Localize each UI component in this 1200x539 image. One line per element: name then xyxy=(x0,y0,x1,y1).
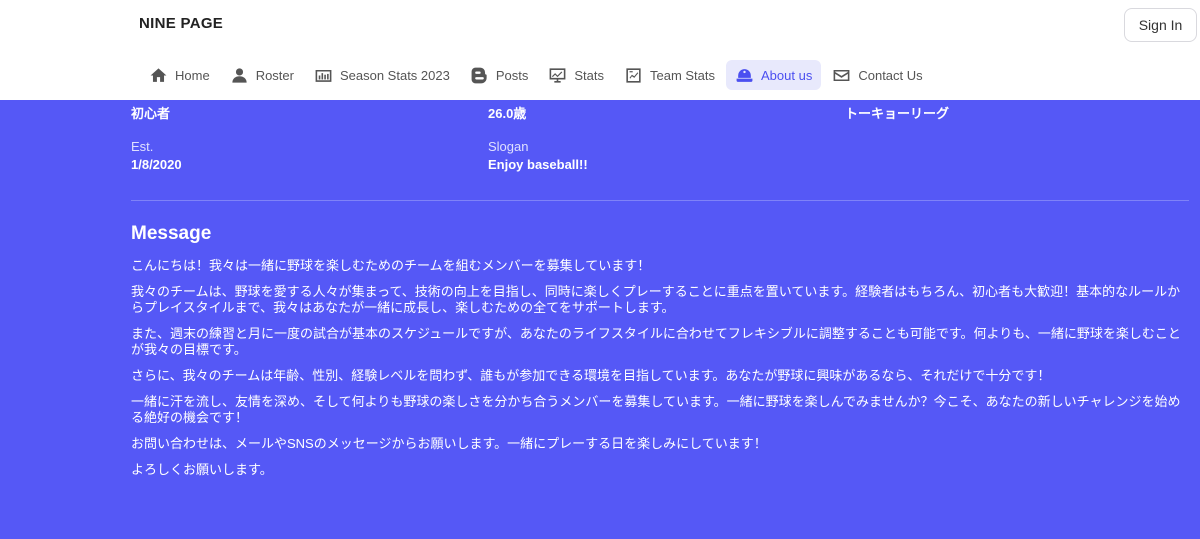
message-body: こんにちは！我々は一緒に野球を楽しむためのチームを組むメンバーを募集しています！… xyxy=(131,258,1189,488)
brand-logo[interactable]: NINE PAGE xyxy=(139,15,223,32)
team-league-value: トーキョーリーグ xyxy=(845,106,950,121)
nav-item-contact-us[interactable]: Contact Us xyxy=(823,60,931,90)
team-slogan: Slogan Enjoy baseball!! xyxy=(488,138,588,174)
message-paragraph: こんにちは！我々は一緒に野球を楽しむためのチームを組むメンバーを募集しています！ xyxy=(131,258,651,273)
nav-item-label: About us xyxy=(761,67,813,83)
nav-item-label: Home xyxy=(175,67,210,83)
sign-in-button[interactable]: Sign In xyxy=(1124,8,1197,42)
message-paragraph: さらに、我々のチームは年齢、性別、経験レベルを問わず、誰もが参加できる環境を目指… xyxy=(131,368,1051,383)
team-level: 初心者 xyxy=(131,105,170,123)
home-icon xyxy=(150,67,167,82)
message-paragraph: 我々のチームは、野球を愛する人々が集まって、技術の向上を目指し、同時に楽しくプレ… xyxy=(131,284,1181,315)
nav-item-home[interactable]: Home xyxy=(140,60,219,90)
nav-item-label: Roster xyxy=(255,67,294,83)
nav-item-season-stats[interactable]: Season Stats 2023 xyxy=(305,60,459,90)
team-established-label: Est. xyxy=(131,139,154,154)
nav-item-label: Season Stats 2023 xyxy=(339,67,450,83)
main-nav: Home Roster Season Stats 2023 Posts Stat… xyxy=(140,59,934,91)
message-paragraph: また、週末の練習と月に一度の試合が基本のスケジュールですが、あなたのライフスタイ… xyxy=(131,326,1181,357)
baseball-cap-icon xyxy=(736,68,753,82)
top-header: NINE PAGE Sign In Home Roster Season Sta… xyxy=(0,0,1200,100)
message-paragraph: 一緒に汗を流し、友情を深め、そして何よりも野球の楽しさを分かち合うメンバーを募集… xyxy=(131,394,1181,425)
nav-item-roster[interactable]: Roster xyxy=(221,60,303,90)
nav-item-label: Posts xyxy=(495,67,529,83)
mail-icon xyxy=(833,69,850,81)
nav-item-about-us[interactable]: About us xyxy=(726,60,822,90)
presentation-chart-icon xyxy=(549,67,566,83)
team-slogan-value: Enjoy baseball!! xyxy=(488,157,588,172)
clipboard-chart-icon xyxy=(626,67,641,83)
nav-item-label: Team Stats xyxy=(649,67,716,83)
nav-item-label: Contact Us xyxy=(858,67,923,83)
team-established: Est. 1/8/2020 xyxy=(131,138,182,174)
message-paragraph: お問い合わせは、メールやSNSのメッセージからお願いします。一緒にプレーする日を… xyxy=(131,436,767,451)
team-league: トーキョーリーグ xyxy=(845,105,949,123)
bar-chart-icon xyxy=(315,69,332,82)
blogger-icon xyxy=(471,67,487,83)
nav-item-stats[interactable]: Stats xyxy=(539,60,613,90)
team-level-value: 初心者 xyxy=(131,106,171,121)
team-average-age: 26.0歳 xyxy=(488,105,526,123)
message-title: Message xyxy=(131,223,212,244)
about-content: 初心者 26.0歳 トーキョーリーグ Est. 1/8/2020 Slogan … xyxy=(0,100,1200,539)
user-icon xyxy=(232,67,247,83)
team-slogan-label: Slogan xyxy=(488,139,529,154)
nav-item-team-stats[interactable]: Team Stats xyxy=(615,60,724,90)
nav-item-label: Stats xyxy=(574,67,604,83)
message-paragraph: よろしくお願いします。 xyxy=(131,462,273,477)
section-divider xyxy=(131,200,1189,201)
team-established-value: 1/8/2020 xyxy=(131,157,182,172)
team-average-age-value: 26.0歳 xyxy=(488,106,527,121)
nav-item-posts[interactable]: Posts xyxy=(461,60,538,90)
